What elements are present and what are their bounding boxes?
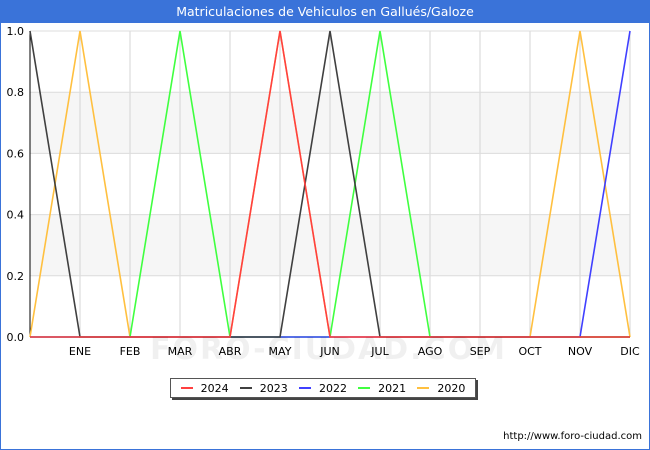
x-tick-label: NOV bbox=[568, 345, 593, 358]
legend-swatch bbox=[417, 387, 430, 389]
legend-swatch bbox=[239, 387, 252, 389]
legend-label: 2021 bbox=[378, 381, 407, 395]
legend-label: 2024 bbox=[200, 381, 229, 395]
legend-label: 2022 bbox=[318, 381, 347, 395]
y-tick-label: 0.2 bbox=[7, 270, 25, 283]
watermark: FORO-CIUDAD.COM bbox=[150, 332, 507, 367]
x-tick-label: OCT bbox=[518, 345, 541, 358]
x-tick-label: FEB bbox=[120, 345, 141, 358]
legend: 2024 2023 2022 2021 2020 bbox=[170, 378, 476, 398]
y-tick-label: 0.8 bbox=[7, 86, 25, 99]
footer-url[interactable]: http://www.foro-ciudad.com bbox=[503, 431, 642, 442]
legend-item-2022: 2022 bbox=[298, 381, 347, 395]
legend-item-2020: 2020 bbox=[417, 382, 465, 395]
legend-item-2024: 2024 bbox=[180, 381, 229, 395]
legend-label: 2020 bbox=[437, 381, 466, 395]
legend-swatch bbox=[358, 387, 371, 389]
y-tick-label: 0.0 bbox=[7, 331, 25, 344]
legend-label: 2023 bbox=[259, 381, 288, 395]
y-tick-label: 1.0 bbox=[7, 25, 25, 38]
legend-swatch bbox=[298, 387, 311, 389]
y-tick-label: 0.6 bbox=[7, 147, 25, 160]
legend-item-2023: 2023 bbox=[239, 381, 288, 395]
legend-item-2021: 2021 bbox=[358, 382, 406, 395]
y-tick-labels: 0.0 0.2 0.4 0.6 0.8 1.0 bbox=[7, 25, 25, 344]
x-tick-label: ENE bbox=[69, 345, 91, 358]
legend-swatch bbox=[180, 387, 193, 389]
x-tick-label: DIC bbox=[620, 345, 640, 358]
y-tick-label: 0.4 bbox=[7, 209, 25, 222]
